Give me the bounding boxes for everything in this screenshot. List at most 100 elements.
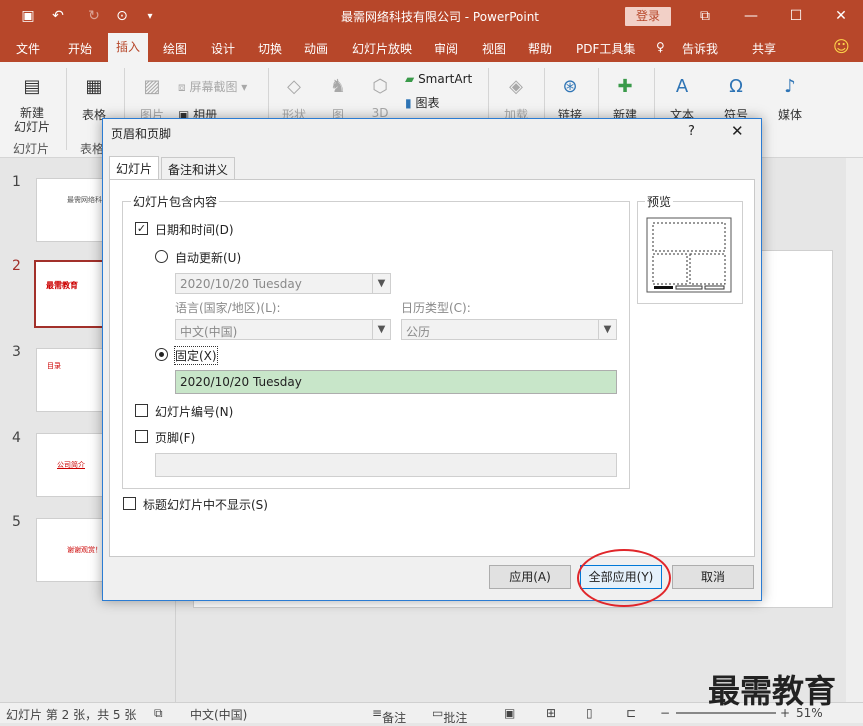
vertical-scrollbar[interactable] [846,158,863,702]
language-label: 语言(国家/地区)(L): [175,301,281,315]
tab-slide[interactable]: 幻灯片 [109,156,160,180]
slide-sorter-icon[interactable]: ⊞ [546,706,556,720]
window-close-icon[interactable]: ✕ [830,6,852,26]
include-group-box [122,201,630,489]
images-button[interactable]: ▨ 图片 [132,70,172,123]
preview-diagram [646,217,732,293]
help-icon[interactable]: ? [688,124,695,139]
close-icon[interactable]: ✕ [731,122,744,140]
new-slide-button[interactable]: ▤ 新建 幻灯片 [8,70,56,135]
slide-number-checkbox[interactable] [135,404,148,417]
tab-file[interactable]: 文件 [16,40,40,57]
undo-icon[interactable]: ↶ [48,6,68,26]
tab-draw[interactable]: 绘图 [163,40,187,57]
notes-button[interactable]: ≡ 备注 [372,706,406,725]
apply-button[interactable]: 应用(A) [489,565,571,589]
thumb-number: 5 [12,514,21,530]
tab-tell-me[interactable]: 告诉我 [682,40,718,57]
thumb-number: 2 [12,258,21,274]
ribbon-display-icon[interactable]: ⧉ [694,6,716,26]
auto-update-radio[interactable] [155,250,168,263]
tab-help[interactable]: 帮助 [528,40,552,57]
group-slides-label: 幻灯片 [13,142,50,156]
smartart-button[interactable]: ▰ SmartArt [405,72,472,86]
spellcheck-icon[interactable]: ⧉ [154,706,163,721]
link-button[interactable]: ⊛ 链接 [550,70,590,123]
preview-label: 预览 [645,193,674,210]
media-button[interactable]: ♪ 媒体 [770,70,810,123]
text-icon: A [675,75,689,97]
group-table-label: 表格 [80,142,105,156]
date-time-checkbox[interactable]: ✓ [135,222,148,235]
text-button[interactable]: A 文本 [662,70,702,123]
3d-models-button[interactable]: ⬡ 3D [362,70,398,121]
addins-icon: ◈ [509,75,523,97]
redo-icon[interactable]: ↻ [84,6,104,26]
normal-view-icon[interactable]: ▣ [504,706,515,720]
tab-notes-handouts[interactable]: 备注和讲义 [161,157,236,179]
tab-animations[interactable]: 动画 [304,40,328,57]
slideshow-icon[interactable]: ⊏ [626,706,636,720]
language-select[interactable]: 中文(中国) ▼ [175,319,391,340]
smiley-icon[interactable]: ☺ [833,37,850,56]
image-icon: ▨ [143,75,161,97]
screenshot-button[interactable]: ⧈ 屏幕截图 ▾ [178,78,247,95]
thumb-number: 1 [12,174,21,190]
thumb-number: 3 [12,344,21,360]
dialog-title: 页眉和页脚 [111,127,172,141]
fixed-label: 固定(X) [174,346,218,365]
symbol-button[interactable]: Ω 符号 [716,70,756,123]
minimize-icon[interactable]: — [740,6,762,26]
annotation-circle [577,549,671,607]
footer-field[interactable] [155,453,617,477]
cube-icon: ⬡ [372,75,388,97]
fixed-radio[interactable] [155,348,168,361]
tab-review[interactable]: 审阅 [434,40,458,57]
footer-checkbox[interactable] [135,430,148,443]
fixed-date-field[interactable]: 2020/10/20 Tuesday [175,370,617,394]
new-comment-button[interactable]: ✚ 新建 [604,70,646,123]
maximize-icon[interactable]: ☐ [785,6,807,26]
icons-button[interactable]: ♞ 图 [320,70,356,123]
include-group-label: 幻灯片包含内容 [131,193,220,210]
window-title: 最需网络科技有限公司 - PowerPoint [340,10,540,24]
ribbon-separator [66,68,67,150]
language-status[interactable]: 中文(中国) [190,706,247,723]
tab-home[interactable]: 开始 [68,40,92,57]
customize-quick-access-icon[interactable]: ▾ [140,6,160,26]
thumb-number: 4 [12,430,21,446]
smartart-icon: ▰ [405,72,415,86]
chart-button[interactable]: ▮ 图表 [405,94,439,111]
tab-share[interactable]: 共享 [752,40,776,57]
shapes-button[interactable]: ◇ 形状 [276,70,312,123]
tab-slideshow[interactable]: 幻灯片放映 [352,40,412,57]
chevron-down-icon: ▼ [372,274,390,293]
zoom-slider[interactable] [676,712,776,714]
reading-view-icon[interactable]: ▯ [586,706,593,720]
zoom-out-icon[interactable]: − [660,706,670,720]
tab-transitions[interactable]: 切换 [258,40,282,57]
cancel-button[interactable]: 取消 [672,565,754,589]
link-icon: ⊛ [562,75,578,97]
comments-button[interactable]: ▭ 批注 [432,706,467,725]
save-icon[interactable]: ▣ [18,6,38,26]
tab-insert[interactable]: 插入 [108,33,148,63]
tab-view[interactable]: 视图 [482,40,506,57]
chart-icon: ▮ [405,96,412,110]
new-slide-icon: ▤ [23,75,41,97]
auto-update-select[interactable]: 2020/10/20 Tuesday ▼ [175,273,391,294]
slideshow-from-start-icon[interactable]: ⊙ [112,6,132,26]
hide-on-title-label: 标题幻灯片中不显示(S) [143,498,268,512]
comment-icon: ✚ [617,75,633,97]
hide-on-title-checkbox[interactable] [123,497,136,510]
slide-info: 幻灯片 第 2 张，共 5 张 [6,708,137,722]
slide-number-label: 幻灯片编号(N) [155,405,234,419]
addins-button[interactable]: ◈ 加载 [496,70,536,123]
login-button[interactable]: 登录 [625,7,671,26]
tab-pdf-tools[interactable]: PDF工具集 [576,40,635,57]
calendar-select[interactable]: 公历 ▼ [401,319,617,340]
auto-update-label: 自动更新(U) [175,251,242,265]
table-button[interactable]: ▦ 表格 [74,70,114,123]
calendar-label: 日历类型(C): [401,301,471,315]
tab-design[interactable]: 设计 [211,40,235,57]
